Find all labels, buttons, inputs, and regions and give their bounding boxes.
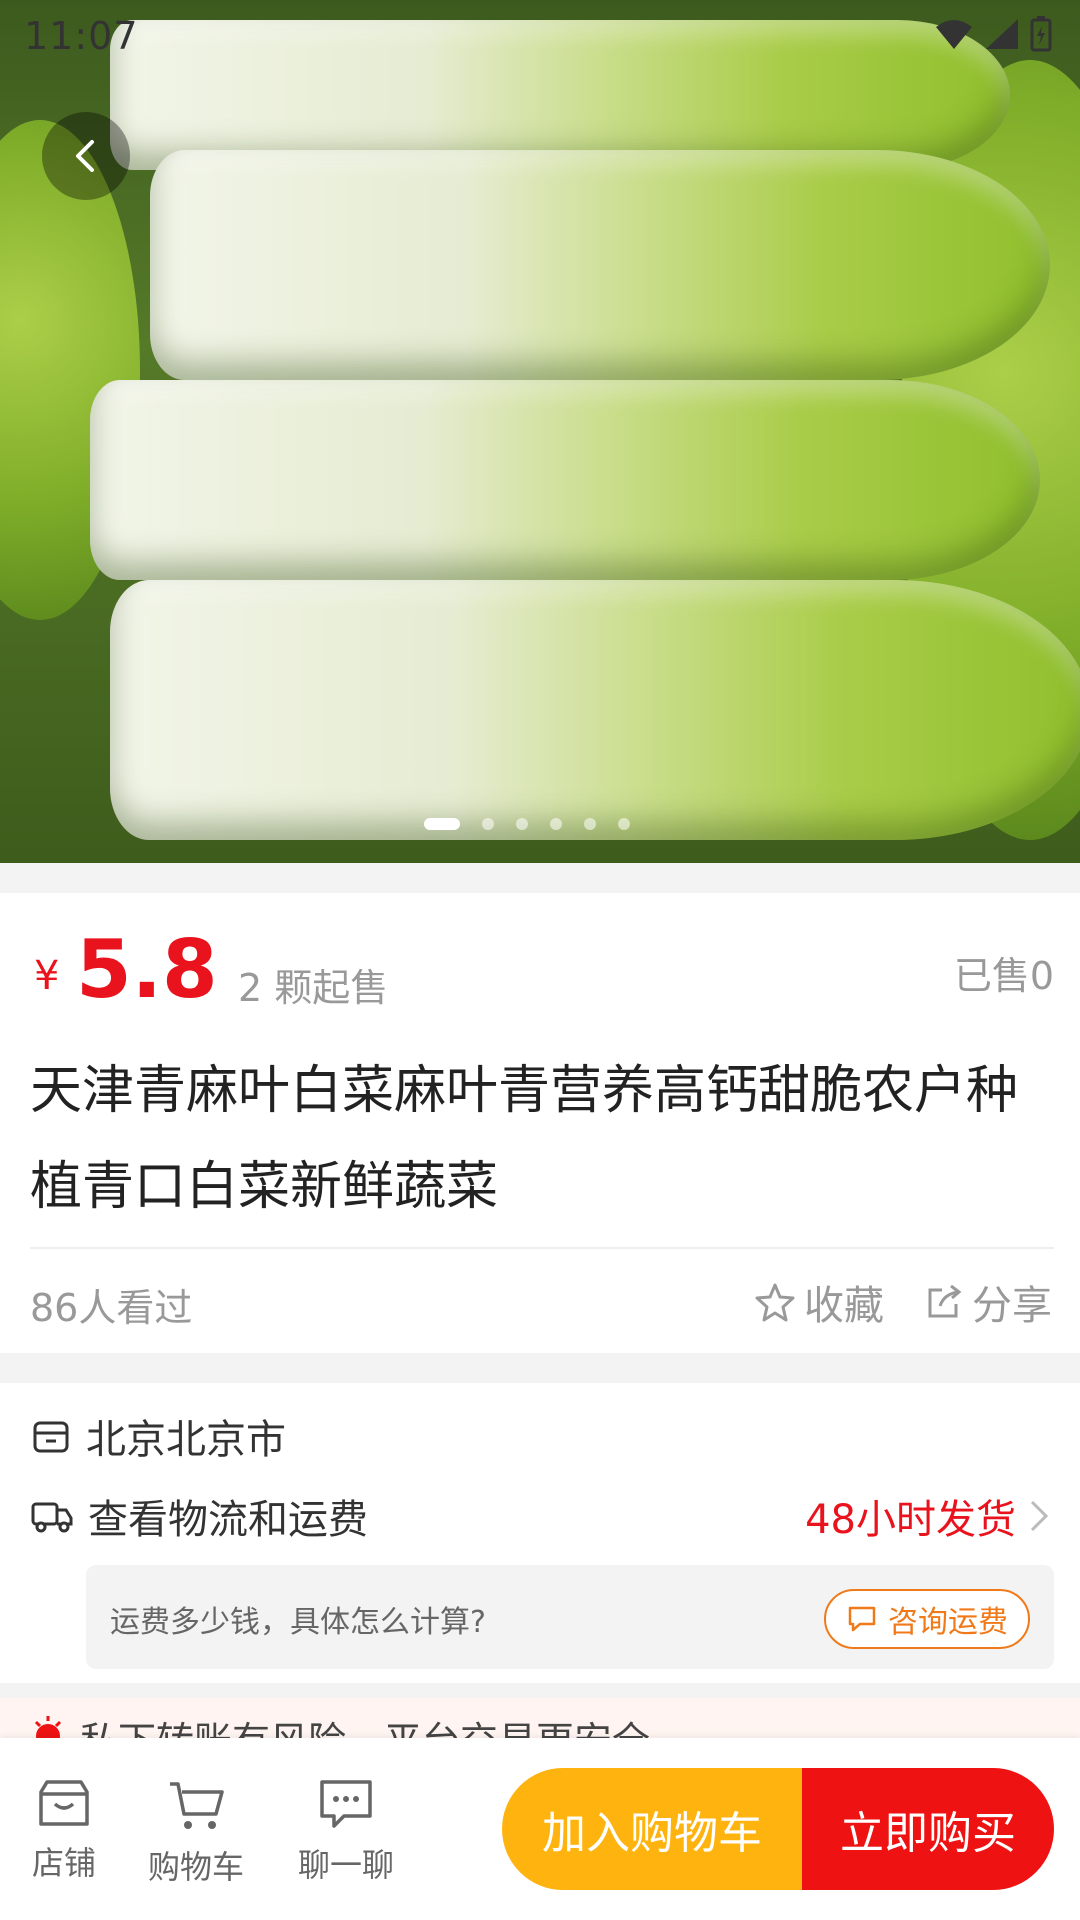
wifi-icon — [936, 20, 972, 49]
back-button[interactable] — [42, 112, 130, 200]
cabbage-shape — [90, 380, 1040, 580]
shipping-faq: 运费多少钱，具体怎么计算? 咨询运费 — [86, 1565, 1054, 1669]
cart-tab[interactable]: 购物车 — [136, 1778, 256, 1888]
status-bar: 11:07 — [0, 0, 1080, 72]
location-row: 北京北京市 — [30, 1407, 286, 1465]
add-to-cart-button[interactable]: 加入购物车 — [502, 1768, 802, 1890]
carousel-dot[interactable] — [618, 818, 630, 830]
chevron-right-icon — [1030, 1500, 1049, 1532]
product-image-carousel[interactable]: 11:07 — [0, 0, 1080, 863]
dispatch-time: 48小时发货 — [805, 1497, 1016, 1543]
sold-count: 已售0 — [953, 954, 1054, 998]
chevron-left-icon — [76, 140, 94, 172]
status-icons — [934, 16, 1052, 52]
store-location-icon — [33, 1421, 69, 1453]
carousel-dot[interactable] — [516, 818, 528, 830]
shop-icon — [39, 1780, 89, 1826]
view-count: 86人看过 — [30, 1286, 193, 1330]
shop-label: 店铺 — [31, 1844, 96, 1882]
consult-label: 咨询运费 — [888, 1605, 1008, 1640]
carousel-indicator — [424, 818, 630, 830]
share-button[interactable]: 分享 — [924, 1273, 1052, 1331]
share-label: 分享 — [972, 1283, 1052, 1329]
status-time: 11:07 — [24, 14, 139, 58]
carousel-dot[interactable] — [584, 818, 596, 830]
cabbage-shape — [150, 150, 1050, 380]
shipping-card: 北京北京市 查看物流和运费 48小时发货 运费多少钱，具体怎么计算? 咨询运费 — [0, 1383, 1080, 1683]
favorite-label: 收藏 — [804, 1283, 884, 1329]
product-info-card: ¥ 5.8 2 颗起售 已售0 天津青麻叶白菜麻叶青营养高钙甜脆农户种植青口白菜… — [0, 893, 1080, 1353]
currency-symbol: ¥ — [34, 953, 60, 999]
bottom-action-bar: 店铺 购物车 聊一聊 加入购物车 立即购买 — [0, 1738, 1080, 1920]
cabbage-shape — [110, 580, 1080, 840]
share-icon — [928, 1284, 962, 1318]
chat-bubble-icon — [848, 1606, 876, 1632]
cart-label: 购物车 — [147, 1848, 244, 1886]
cart-icon — [170, 1782, 224, 1829]
signal-icon — [986, 19, 1018, 49]
product-title: 天津青麻叶白菜麻叶青营养高钙甜脆农户种植青口白菜新鲜蔬菜 — [30, 1061, 1019, 1217]
battery-icon — [1030, 16, 1052, 52]
price: 5.8 — [76, 923, 218, 1016]
location-text: 北京北京市 — [86, 1417, 286, 1463]
divider — [30, 1247, 1054, 1249]
shop-tab[interactable]: 店铺 — [4, 1778, 124, 1884]
faq-question: 运费多少钱，具体怎么计算? — [110, 1605, 486, 1640]
chat-icon — [320, 1780, 372, 1828]
logistics-row[interactable]: 查看物流和运费 — [30, 1487, 368, 1545]
consult-shipping-button[interactable]: 咨询运费 — [824, 1589, 1030, 1649]
dispatch-time-link[interactable]: 48小时发货 — [805, 1487, 1050, 1545]
chat-label: 聊一聊 — [297, 1846, 394, 1884]
truck-icon — [31, 1502, 73, 1533]
carousel-dot[interactable] — [550, 818, 562, 830]
favorite-button[interactable]: 收藏 — [754, 1273, 884, 1331]
carousel-dot-active[interactable] — [424, 818, 460, 830]
logistics-label: 查看物流和运费 — [88, 1497, 368, 1543]
buy-now-button[interactable]: 立即购买 — [802, 1768, 1054, 1890]
min-sale-quantity: 2 颗起售 — [238, 966, 389, 1010]
carousel-dot[interactable] — [482, 818, 494, 830]
chat-tab[interactable]: 聊一聊 — [286, 1778, 406, 1886]
star-icon — [755, 1283, 795, 1322]
